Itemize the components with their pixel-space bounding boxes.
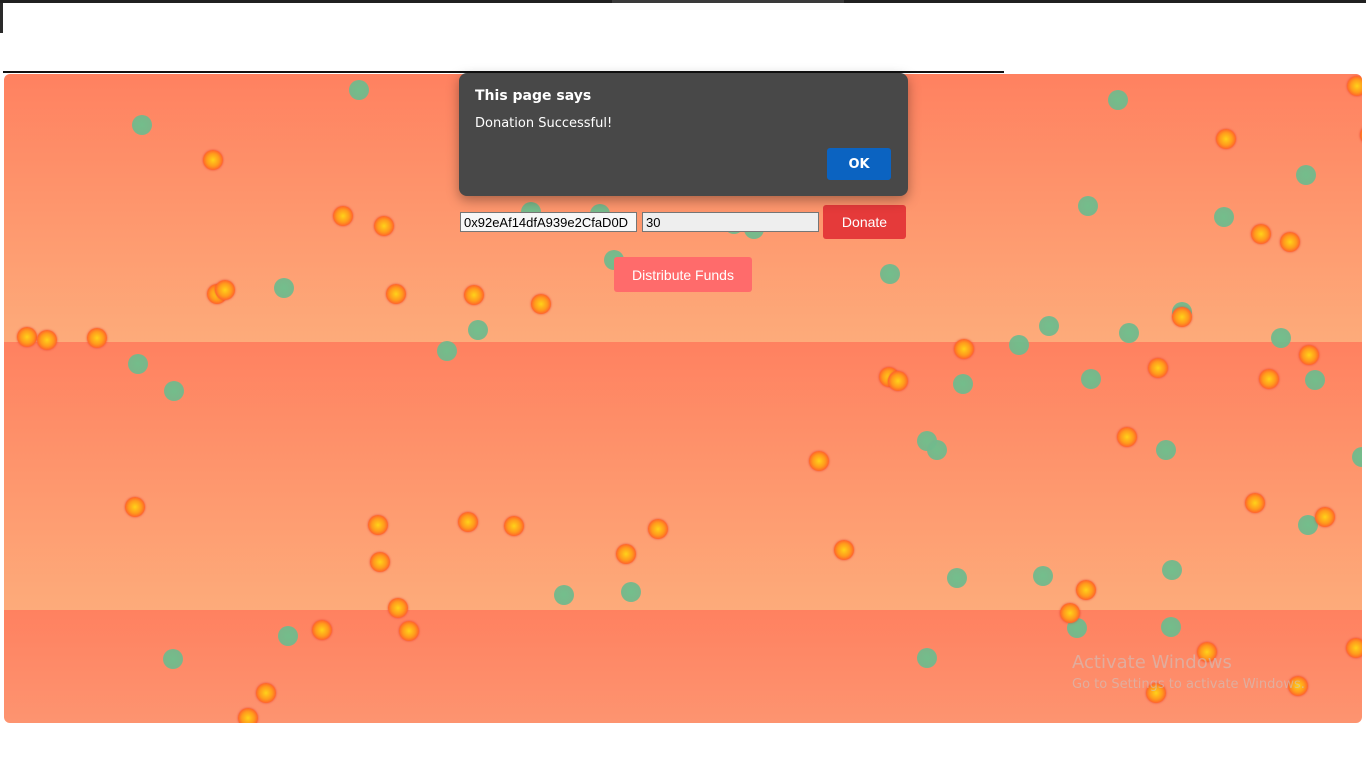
fire-particle [1172, 307, 1192, 327]
alert-message: Donation Successful! [475, 116, 613, 131]
fire-particle [1245, 493, 1265, 513]
mint-particle [1271, 328, 1291, 348]
mint-particle [1119, 323, 1139, 343]
mint-particle [1039, 316, 1059, 336]
donation-form: Donate [460, 205, 906, 239]
mint-particle [349, 80, 369, 100]
mint-particle [132, 115, 152, 135]
fire-particle [1280, 232, 1300, 252]
fire-particle [256, 683, 276, 703]
fire-particle [1076, 580, 1096, 600]
fire-particle [1251, 224, 1271, 244]
mint-particle [1009, 335, 1029, 355]
fire-particle [458, 512, 478, 532]
mint-particle [128, 354, 148, 374]
alert-title: This page says [475, 88, 592, 104]
fire-particle [37, 330, 57, 350]
fire-particle [1360, 125, 1362, 145]
mint-particle [1214, 207, 1234, 227]
mint-particle [278, 626, 298, 646]
fire-particle [399, 621, 419, 641]
fire-particle [370, 552, 390, 572]
fire-particle [1315, 507, 1335, 527]
fire-particle [1216, 129, 1236, 149]
activation-watermark: Activate Windows Go to Settings to activ… [1072, 652, 1305, 692]
fire-particle [215, 280, 235, 300]
fire-particle [333, 206, 353, 226]
mint-particle [1162, 560, 1182, 580]
amount-input[interactable] [642, 212, 819, 232]
mint-particle [274, 278, 294, 298]
fire-particle [312, 620, 332, 640]
mint-particle [163, 649, 183, 669]
fire-particle [888, 371, 908, 391]
fire-particle [1299, 345, 1319, 365]
fire-particle [531, 294, 551, 314]
fire-particle [648, 519, 668, 539]
watermark-subtitle: Go to Settings to activate Windows. [1072, 677, 1305, 692]
fire-particle [1060, 603, 1080, 623]
fire-particle [374, 216, 394, 236]
donate-button[interactable]: Donate [823, 205, 906, 239]
mint-particle [927, 440, 947, 460]
mint-particle [1033, 566, 1053, 586]
watermark-title: Activate Windows [1072, 652, 1232, 673]
fire-particle [17, 327, 37, 347]
browser-toolbar-area [3, 3, 1004, 72]
mint-particle [1305, 370, 1325, 390]
fire-particle [1259, 369, 1279, 389]
mint-particle [1108, 90, 1128, 110]
mint-particle [1352, 447, 1362, 467]
alert-ok-button[interactable]: OK [827, 148, 891, 180]
fire-particle [616, 544, 636, 564]
mint-particle [1081, 369, 1101, 389]
mint-particle [468, 320, 488, 340]
fire-particle [125, 497, 145, 517]
fire-particle [809, 451, 829, 471]
fire-particle [954, 339, 974, 359]
distribute-funds-button[interactable]: Distribute Funds [614, 257, 752, 292]
mint-particle [1078, 196, 1098, 216]
mint-particle [437, 341, 457, 361]
fire-particle [238, 708, 258, 723]
fire-particle [1346, 638, 1362, 658]
fire-particle [368, 515, 388, 535]
mint-particle [1156, 440, 1176, 460]
mint-particle [621, 582, 641, 602]
address-input[interactable] [460, 212, 637, 232]
fire-particle [1117, 427, 1137, 447]
fire-particle [388, 598, 408, 618]
mint-particle [554, 585, 574, 605]
mint-particle [953, 374, 973, 394]
mint-particle [880, 264, 900, 284]
mint-particle [947, 568, 967, 588]
fire-particle [203, 150, 223, 170]
mint-particle [917, 648, 937, 668]
mint-particle [1161, 617, 1181, 637]
mint-particle [1296, 165, 1316, 185]
fire-particle [1347, 76, 1362, 96]
mint-particle [164, 381, 184, 401]
fire-particle [1148, 358, 1168, 378]
alert-dialog: This page says Donation Successful! OK [459, 73, 908, 196]
fire-particle [504, 516, 524, 536]
fire-particle [464, 285, 484, 305]
fire-particle [834, 540, 854, 560]
fire-particle [386, 284, 406, 304]
fire-particle [87, 328, 107, 348]
